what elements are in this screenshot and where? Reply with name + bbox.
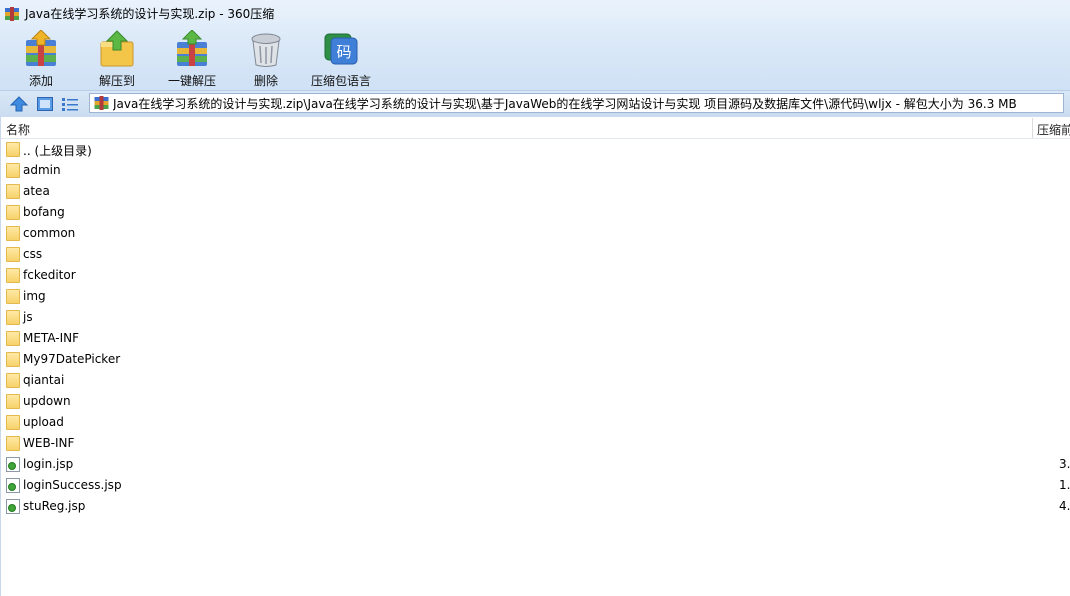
header-area: Java在线学习系统的设计与实现.zip - 360压缩 添加 解压到 一键解压… [0,0,1070,90]
file-name: META-INF [23,331,80,345]
list-item[interactable]: loginSuccess.jsp 1. [0,475,1070,496]
column-name-header[interactable]: 名称 [6,121,30,138]
file-name: updown [23,394,71,408]
list-item[interactable]: My97DatePicker [0,349,1070,370]
list-item[interactable]: common [0,223,1070,244]
file-size: 3. [1059,457,1070,471]
archive-app-icon [4,6,20,22]
folder-icon [6,289,20,304]
folder-icon [6,268,20,283]
delete-button[interactable]: 删除 [244,28,288,88]
file-size: 4. [1059,499,1070,513]
delete-label: 删除 [253,74,278,88]
address-bar: Java在线学习系统的设计与实现.zip\Java在线学习系统的设计与实现\基于… [0,90,1070,117]
file-name: img [23,289,46,303]
folder-icon [6,373,20,388]
zip-archive-icon [94,96,109,110]
column-packed-header[interactable]: 压缩前 [1037,121,1070,138]
one-click-extract-icon [172,29,212,68]
file-name: bofang [23,205,65,219]
one-click-extract-button[interactable]: 一键解压 [166,28,218,88]
extract-to-icon [97,30,137,68]
jsp-file-icon [6,499,20,514]
add-label: 添加 [28,74,53,88]
list-item[interactable]: bofang [0,202,1070,223]
one-click-extract-label: 一键解压 [167,74,216,88]
file-name: js [23,310,33,324]
add-icon [21,29,61,68]
list-item[interactable]: qiantai [0,370,1070,391]
title-bar: Java在线学习系统的设计与实现.zip - 360压缩 [0,0,1070,27]
list-item[interactable]: upload [0,412,1070,433]
folder-icon [6,352,20,367]
trash-icon [246,30,286,68]
file-name: WEB-INF [23,436,75,450]
archive-language-button[interactable]: 码 压缩包语言 [308,28,374,88]
folder-icon [6,205,20,220]
list-item[interactable]: WEB-INF [0,433,1070,454]
file-name: upload [23,415,64,429]
folder-icon [6,415,20,430]
list-item[interactable]: updown [0,391,1070,412]
file-name: admin [23,163,61,177]
path-text: Java在线学习系统的设计与实现.zip\Java在线学习系统的设计与实现\基于… [113,96,1017,111]
list-item[interactable]: login.jsp 3. [0,454,1070,475]
extract-to-button[interactable]: 解压到 [94,28,140,88]
column-header: 名称 压缩前 [0,118,1070,139]
app-window: Java在线学习系统的设计与实现.zip - 360压缩 添加 解压到 一键解压… [0,0,1070,596]
folder-icon [6,331,20,346]
list-item[interactable]: css [0,244,1070,265]
jsp-file-icon [6,478,20,493]
up-arrow-icon[interactable] [9,96,29,112]
list-item[interactable]: stuReg.jsp 4. [0,496,1070,517]
list-item[interactable]: META-INF [0,328,1070,349]
folder-icon [6,142,20,157]
folder-icon [6,163,20,178]
language-badge: 码 [336,43,351,61]
list-item[interactable]: js [0,307,1070,328]
list-item[interactable]: img [0,286,1070,307]
archive-language-label: 压缩包语言 [310,74,371,88]
language-icon: 码 [321,30,361,68]
file-name: css [23,247,43,261]
column-separator[interactable] [1032,118,1033,138]
file-name: login.jsp [23,457,74,471]
folder-icon [6,184,20,199]
window-title: Java在线学习系统的设计与实现.zip - 360压缩 [25,7,275,21]
file-name: common [23,226,76,240]
list-view-icon[interactable] [61,96,79,112]
folder-icon [6,247,20,262]
file-list: .. (上级目录) admin atea bofang common css f… [0,139,1070,517]
add-button[interactable]: 添加 [18,28,64,88]
folder-icon [6,436,20,451]
file-name: My97DatePicker [23,352,121,366]
file-name: loginSuccess.jsp [23,478,122,492]
file-name: .. (上级目录) [23,144,92,158]
file-name: qiantai [23,373,65,387]
list-item[interactable]: fckeditor [0,265,1070,286]
file-name: atea [23,184,50,198]
folder-icon [6,394,20,409]
path-field[interactable]: Java在线学习系统的设计与实现.zip\Java在线学习系统的设计与实现\基于… [89,93,1064,113]
folder-icon [6,310,20,325]
folder-icon [6,226,20,241]
list-item[interactable]: atea [0,181,1070,202]
list-item[interactable]: admin [0,160,1070,181]
extract-to-label: 解压到 [98,74,135,88]
thumbnail-view-icon[interactable] [36,96,54,112]
jsp-file-icon [6,457,20,472]
file-name: fckeditor [23,268,76,282]
file-size: 1. [1059,478,1070,492]
file-name: stuReg.jsp [23,499,86,513]
list-item[interactable]: .. (上级目录) [0,139,1070,160]
